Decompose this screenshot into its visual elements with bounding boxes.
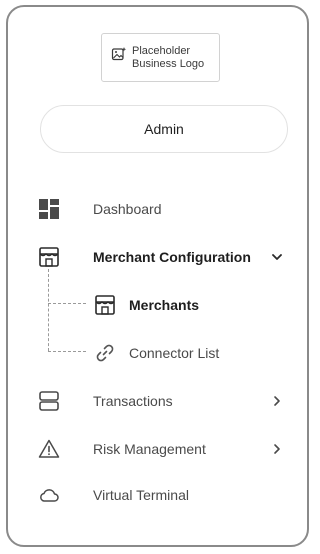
nav-item-merchant-configuration[interactable]: Merchant Configuration: [32, 239, 294, 275]
image-sparkle-icon: [111, 47, 127, 61]
sub-nav-label-connector-list: Connector List: [129, 345, 220, 361]
user-role-button[interactable]: Admin: [40, 105, 288, 153]
logo-text-line2: Business Logo: [132, 58, 205, 70]
sub-nav-item-merchants[interactable]: Merchants: [90, 288, 290, 322]
tree-connector-vertical: [48, 269, 49, 351]
tree-connector-merchants: [48, 303, 86, 304]
sidebar-panel: Placeholder Business Logo Admin Dashboar…: [6, 5, 309, 547]
nav-label-merchant-configuration: Merchant Configuration: [93, 249, 251, 265]
business-logo-placeholder: Placeholder Business Logo: [101, 33, 220, 82]
nav-label-virtual-terminal: Virtual Terminal: [93, 487, 189, 503]
warning-triangle-icon: [38, 439, 60, 458]
chevron-right-icon[interactable]: [270, 442, 284, 456]
nav-label-transactions: Transactions: [93, 393, 173, 409]
nav-label-risk-management: Risk Management: [93, 441, 206, 457]
sub-nav-item-connector-list[interactable]: Connector List: [90, 336, 290, 370]
nav-item-transactions[interactable]: Transactions: [32, 383, 294, 419]
nav-item-virtual-terminal[interactable]: Virtual Terminal: [32, 477, 294, 513]
nav-item-risk-management[interactable]: Risk Management: [32, 431, 294, 467]
cloud-icon: [40, 489, 59, 502]
chevron-down-icon[interactable]: [270, 250, 284, 264]
logo-text-line1: Placeholder: [132, 45, 191, 57]
dashboard-grid-icon: [39, 199, 59, 219]
sub-nav-label-merchants: Merchants: [129, 297, 200, 313]
storefront-icon: [95, 295, 115, 315]
nav-label-dashboard: Dashboard: [93, 201, 162, 217]
link-icon: [96, 344, 114, 362]
storefront-icon: [39, 247, 59, 267]
chevron-right-icon[interactable]: [270, 394, 284, 408]
stacked-rows-icon: [39, 391, 59, 411]
tree-connector-connector-list: [48, 351, 86, 352]
nav-item-dashboard[interactable]: Dashboard: [32, 191, 294, 227]
